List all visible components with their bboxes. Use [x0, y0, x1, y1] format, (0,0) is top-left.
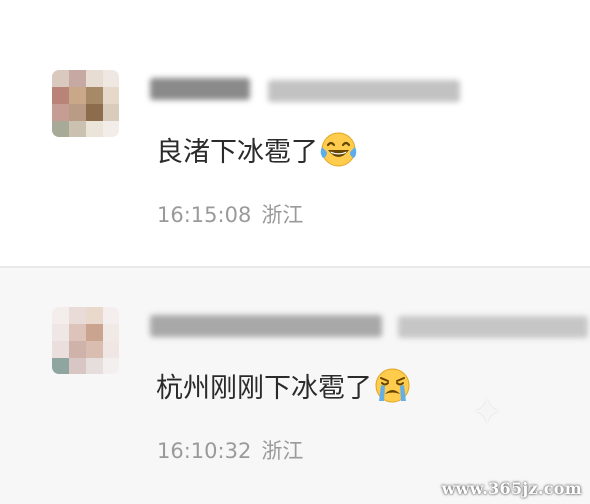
avatar[interactable] [52, 307, 119, 374]
avatar[interactable] [52, 70, 119, 137]
comment-item: 良渚下冰雹了 16:15:08 浙江 [0, 0, 590, 266]
watermark: www.365jz.com [441, 479, 582, 498]
location: 浙江 [261, 203, 304, 227]
watermark-graphic: ✦ [472, 392, 503, 433]
laughing-tears-icon [320, 131, 357, 168]
comment-meta: 16:10:32 浙江 [157, 435, 303, 465]
crying-icon [374, 367, 411, 404]
comment-item: 杭州刚刚下冰雹了 16:10:32 浙江 [0, 268, 590, 504]
location: 浙江 [261, 439, 304, 463]
comment-text: 杭州刚刚下冰雹了 [156, 366, 411, 405]
comment-text: 良渚下冰雹了 [156, 130, 357, 169]
comment-meta: 16:15:08 浙江 [157, 199, 303, 229]
timestamp: 16:15:08 [157, 203, 252, 227]
timestamp: 16:10:32 [157, 439, 252, 463]
